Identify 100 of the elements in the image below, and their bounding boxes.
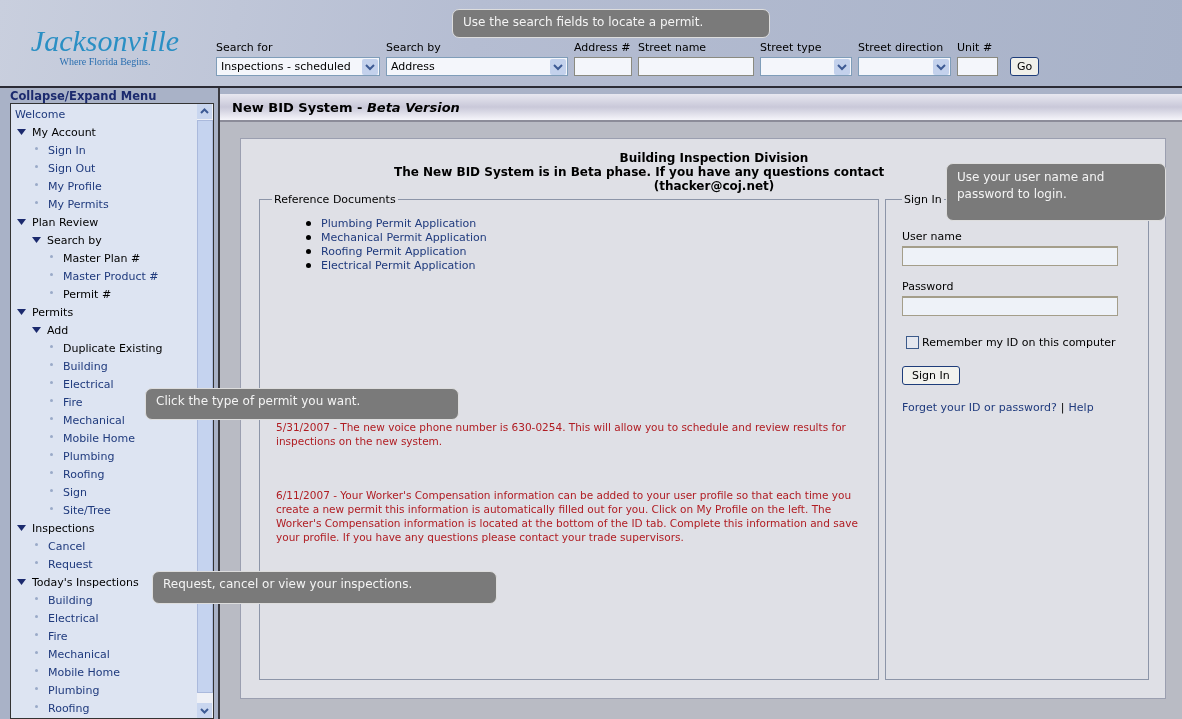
menu-item[interactable]: Fire <box>63 395 83 409</box>
sign-in-button[interactable]: Sign In <box>902 366 960 385</box>
go-button[interactable]: Go <box>1010 57 1040 76</box>
bullet-icon <box>306 234 311 240</box>
group-legend: Reference Documents <box>272 193 398 206</box>
help-link[interactable]: Help <box>1068 401 1094 414</box>
document-link[interactable]: Plumbing Permit Application <box>321 216 477 230</box>
menu-item[interactable]: Duplicate Existing <box>63 341 163 355</box>
search-field-label: Address # <box>574 41 632 54</box>
menu-item[interactable]: My Profile <box>48 179 102 193</box>
bullet-icon <box>35 146 38 150</box>
help-link[interactable]: Forget your ID or password? <box>902 401 1057 414</box>
menu-item[interactable]: Sign In <box>48 143 86 157</box>
text-input-field[interactable] <box>957 57 998 76</box>
bullet-icon <box>35 632 38 636</box>
tooltip: Use the search fields to locate a permit. <box>452 9 770 38</box>
bullet-icon <box>50 362 53 366</box>
menu-item[interactable]: Search by <box>47 233 102 247</box>
bullet-icon <box>50 254 53 258</box>
notice-text: 5/31/2007 - The new voice phone number is 630-0254. This will allow you to schedule and review results for inspections on the new system. <box>276 420 847 448</box>
text-input-field[interactable] <box>902 246 1118 266</box>
menu-item[interactable]: Inspections <box>32 521 95 535</box>
menu-item[interactable]: Sign <box>63 485 87 499</box>
heading-text: (thacker@coj.net) <box>653 179 775 193</box>
heading-text: Building Inspection Division <box>619 151 809 165</box>
text-input-field[interactable] <box>574 57 632 76</box>
menu-item[interactable]: Plan Review <box>32 215 99 229</box>
menu-item[interactable]: Mobile Home <box>63 431 136 445</box>
menu-item[interactable]: Cancel <box>48 539 86 553</box>
page-title: New BID System - Beta Version <box>232 99 460 115</box>
menu-item[interactable]: Request <box>48 557 93 571</box>
field-label: User name <box>902 230 963 243</box>
menu-item[interactable]: My Account <box>32 125 96 139</box>
collapse-expand-menu-link[interactable]: Collapse/Expand Menu <box>10 88 214 103</box>
logo-wordmark: Jacksonville <box>30 25 180 56</box>
menu-item[interactable]: Today's Inspections <box>32 575 139 589</box>
dropdown-field[interactable]: Address <box>386 57 568 76</box>
document-link[interactable]: Electrical Permit Application <box>321 258 476 272</box>
menu-item[interactable]: Plumbing <box>63 449 115 463</box>
notice-text: 6/11/2007 - Your Worker's Compensation information can be added to your user profile so that each time you create a new permit this information is automatically filled out for you. Click on My Profile on the left. The Worker's Compensation information is located at the bottom of the ID tab. Complete this information and save your profile. If you have any questions please contact your trade supervisors. <box>276 488 859 544</box>
menu-item[interactable]: Fire <box>48 629 68 643</box>
bullet-icon <box>35 182 38 186</box>
bullet-icon <box>50 434 53 438</box>
menu-item[interactable]: Plumbing <box>48 683 100 697</box>
search-field-label: Street direction <box>858 41 945 54</box>
expanded-triangle-icon[interactable] <box>17 218 26 226</box>
bullet-icon <box>306 262 311 268</box>
expanded-triangle-icon[interactable] <box>17 128 26 136</box>
dropdown-field[interactable] <box>858 57 951 76</box>
dropdown-field[interactable]: Inspections - scheduled <box>216 57 380 76</box>
search-field-label: Unit # <box>957 41 994 54</box>
menu-item[interactable]: Add <box>47 323 69 337</box>
bullet-icon <box>50 506 53 510</box>
expanded-triangle-icon[interactable] <box>32 326 41 334</box>
menu-item[interactable]: Permits <box>32 305 74 319</box>
expanded-triangle-icon[interactable] <box>17 308 26 316</box>
menu-item[interactable]: Mechanical <box>63 413 125 427</box>
checkbox-label: Remember my ID on this computer <box>922 336 1116 349</box>
bullet-icon <box>50 488 53 492</box>
bullet-icon <box>35 686 38 690</box>
menu-item[interactable]: Electrical <box>63 377 114 391</box>
document-link[interactable]: Mechanical Permit Application <box>321 230 487 244</box>
menu-item[interactable]: Roofing <box>63 467 105 481</box>
menu-item[interactable]: Master Plan # <box>63 251 141 265</box>
bullet-icon <box>35 560 38 564</box>
bullet-icon <box>50 290 53 294</box>
menu-item[interactable]: Master Product # <box>63 269 159 283</box>
menu-item[interactable]: Site/Tree <box>63 503 111 517</box>
bullet-icon <box>306 248 311 254</box>
bullet-icon <box>35 164 38 168</box>
document-link[interactable]: Roofing Permit Application <box>321 244 467 258</box>
bullet-icon <box>50 380 53 384</box>
menu-item[interactable]: Building <box>63 359 108 373</box>
expanded-triangle-icon[interactable] <box>32 236 41 244</box>
expanded-triangle-icon[interactable] <box>17 578 26 586</box>
menu-item[interactable]: Electrical <box>48 611 99 625</box>
dropdown-field[interactable] <box>760 57 852 76</box>
menu-item[interactable]: Sign Out <box>48 161 96 175</box>
menu-item[interactable]: Mobile Home <box>48 665 121 679</box>
field-label: Password <box>902 280 955 293</box>
bullet-icon <box>35 542 38 546</box>
menu-item[interactable]: My Permits <box>48 197 109 211</box>
search-field-label: Search by <box>386 41 442 54</box>
search-field-label: Street type <box>760 41 823 54</box>
bullet-icon <box>35 650 38 654</box>
expanded-triangle-icon[interactable] <box>17 524 26 532</box>
menu-item[interactable]: Roofing <box>48 701 90 715</box>
text-input-field[interactable] <box>638 57 754 76</box>
tooltip: Request, cancel or view your inspections. <box>152 571 497 604</box>
bullet-icon <box>35 200 38 204</box>
bullet-icon <box>50 416 53 420</box>
remember-checkbox[interactable] <box>906 336 919 349</box>
menu-item[interactable]: Mechanical <box>48 647 110 661</box>
menu-item[interactable]: Building <box>48 593 93 607</box>
search-field-label: Street name <box>638 41 708 54</box>
menu-item[interactable]: Welcome <box>15 107 66 121</box>
text-input-field[interactable] <box>902 296 1118 316</box>
menu-item[interactable]: Permit # <box>63 287 112 301</box>
bullet-icon <box>50 344 53 348</box>
heading-text: The New BID System is in Beta phase. If you have any questions contact <box>394 165 885 179</box>
